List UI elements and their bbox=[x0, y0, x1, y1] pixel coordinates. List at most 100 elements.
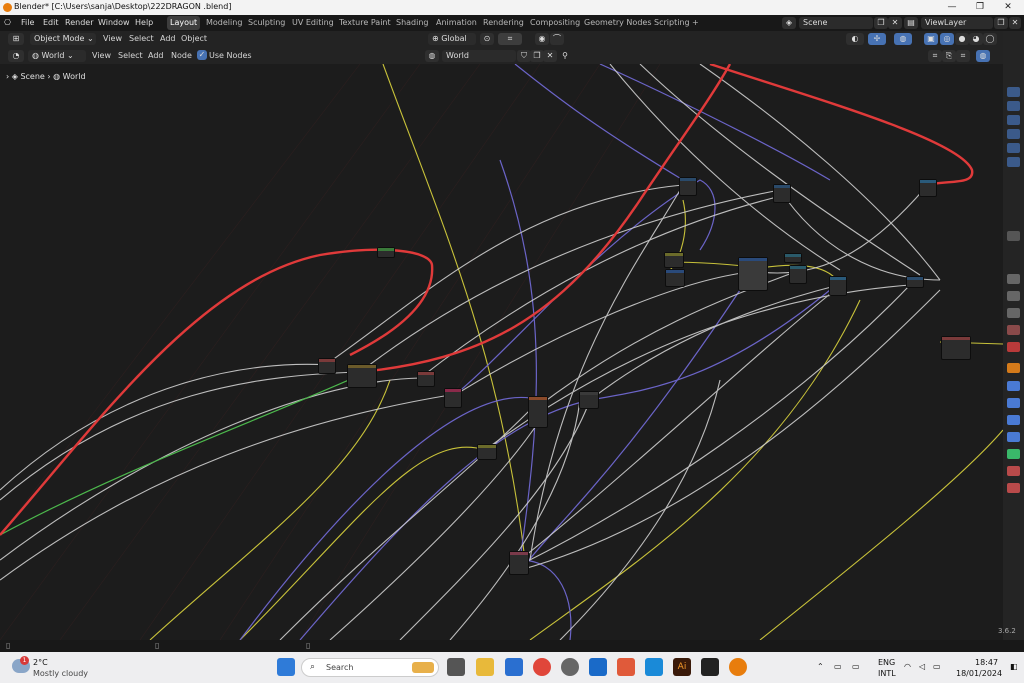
rendered-shading-icon[interactable]: ◯ bbox=[983, 33, 997, 45]
world-datablock-field[interactable]: World bbox=[442, 50, 516, 62]
battery-icon[interactable]: ▭ bbox=[933, 662, 941, 671]
material-shading-icon[interactable]: ◕ bbox=[969, 33, 983, 45]
tab-sculpting[interactable]: Sculpting bbox=[245, 16, 288, 30]
tab-rendering[interactable]: Rendering bbox=[480, 16, 527, 30]
store-icon[interactable] bbox=[505, 658, 523, 676]
search-box[interactable]: ⌕ Search bbox=[301, 658, 439, 677]
camera-icon[interactable] bbox=[1007, 143, 1020, 153]
duplicate-world-icon[interactable]: ❐ bbox=[530, 50, 544, 62]
delete-view-layer-icon[interactable]: ✕ bbox=[1009, 17, 1021, 29]
use-nodes-checkbox[interactable]: ✓ bbox=[197, 50, 207, 60]
object-mode-dropdown[interactable]: Object Mode ⌄ bbox=[30, 33, 96, 45]
app-icon[interactable] bbox=[617, 658, 635, 676]
view-layer-prop-icon[interactable] bbox=[1007, 308, 1020, 318]
tray-app-icon[interactable]: ▭ bbox=[834, 662, 842, 671]
breadcrumb-expand-icon[interactable]: › bbox=[6, 72, 9, 81]
outlook-icon[interactable] bbox=[589, 658, 607, 676]
parent-node-icon[interactable]: ⎘ bbox=[942, 50, 956, 62]
camera-icon[interactable] bbox=[1007, 101, 1020, 111]
wireframe-shading-icon[interactable]: ◎ bbox=[940, 33, 954, 45]
constraints-icon[interactable] bbox=[1007, 432, 1020, 442]
world-prop-icon[interactable] bbox=[1007, 342, 1020, 352]
solid-shading-icon[interactable]: ● bbox=[955, 33, 969, 45]
node-snap-mode-icon[interactable]: ⌗ bbox=[956, 50, 970, 62]
menu-help[interactable]: Help bbox=[135, 18, 153, 27]
transform-orientation-dropdown[interactable]: ⊕ Global bbox=[428, 33, 476, 45]
node[interactable] bbox=[477, 444, 497, 460]
menu-window[interactable]: Window bbox=[98, 18, 130, 27]
pivot-icon[interactable]: ⊙ bbox=[480, 33, 494, 45]
node-overlay-icon[interactable]: ◍ bbox=[976, 50, 990, 62]
node[interactable] bbox=[664, 252, 684, 268]
menu-file[interactable]: File bbox=[21, 18, 34, 27]
camera-icon[interactable] bbox=[1007, 129, 1020, 139]
shader-type-dropdown[interactable]: ◍ World ⌄ bbox=[28, 50, 86, 62]
texture-icon[interactable] bbox=[1007, 483, 1020, 493]
tray-chevron-icon[interactable]: ⌃ bbox=[817, 662, 824, 671]
node[interactable] bbox=[789, 265, 807, 284]
language-top[interactable]: ENG bbox=[878, 658, 895, 667]
node[interactable] bbox=[679, 177, 697, 196]
tab-scripting[interactable]: Scripting bbox=[651, 16, 693, 30]
data-icon[interactable] bbox=[1007, 449, 1020, 459]
node[interactable] bbox=[829, 276, 847, 296]
snap-icon[interactable]: ⌗ bbox=[498, 33, 522, 45]
task-view-icon[interactable] bbox=[447, 658, 465, 676]
proportional-edit-icon[interactable]: ◉ bbox=[535, 33, 549, 45]
menu-select[interactable]: Select bbox=[129, 34, 154, 43]
fake-user-icon[interactable]: ⛉ bbox=[517, 50, 531, 62]
minimize-button[interactable]: — bbox=[938, 0, 966, 15]
object-prop-icon[interactable] bbox=[1007, 363, 1020, 373]
menu-object[interactable]: Object bbox=[181, 34, 207, 43]
tab-layout[interactable]: Layout bbox=[167, 16, 201, 30]
modifier-icon[interactable] bbox=[1007, 381, 1020, 391]
maximize-button[interactable]: ❐ bbox=[966, 0, 994, 15]
node[interactable] bbox=[347, 364, 377, 388]
node[interactable] bbox=[528, 396, 548, 428]
tray-app-icon[interactable]: ▭ bbox=[852, 662, 860, 671]
clock-time[interactable]: 18:47 bbox=[975, 658, 998, 667]
node[interactable] bbox=[579, 391, 599, 409]
menu-view[interactable]: View bbox=[103, 34, 122, 43]
mail-icon[interactable] bbox=[645, 658, 663, 676]
camera-icon[interactable] bbox=[1007, 115, 1020, 125]
camera-icon[interactable] bbox=[1007, 157, 1020, 167]
camera-icon[interactable] bbox=[1007, 87, 1020, 97]
scene-field[interactable]: Scene bbox=[799, 17, 873, 29]
add-workspace-button[interactable]: + bbox=[689, 16, 702, 30]
node[interactable] bbox=[906, 276, 924, 288]
node[interactable] bbox=[377, 247, 395, 258]
tab-modeling[interactable]: Modeling bbox=[203, 16, 245, 30]
clock-date[interactable]: 18/01/2024 bbox=[956, 669, 1002, 678]
unlink-world-icon[interactable]: ✕ bbox=[543, 50, 557, 62]
material-icon[interactable] bbox=[1007, 466, 1020, 476]
node-menu-select[interactable]: Select bbox=[118, 51, 143, 60]
output-icon[interactable] bbox=[1007, 291, 1020, 301]
notifications-icon[interactable]: ◧ bbox=[1010, 662, 1018, 671]
tab-uv-editing[interactable]: UV Editing bbox=[289, 16, 337, 30]
settings-icon[interactable] bbox=[561, 658, 579, 676]
visibility-icon[interactable]: ◐ bbox=[846, 33, 864, 45]
chrome-icon[interactable] bbox=[533, 658, 551, 676]
tab-shading[interactable]: Shading bbox=[393, 16, 432, 30]
world-icon[interactable]: ◍ bbox=[425, 50, 439, 62]
node-menu-view[interactable]: View bbox=[92, 51, 111, 60]
node[interactable] bbox=[417, 371, 435, 387]
blender-menu-icon[interactable]: ⎔ bbox=[4, 18, 11, 27]
scene-icon[interactable]: ◈ bbox=[782, 17, 796, 29]
view-layer-icon[interactable]: ▤ bbox=[904, 17, 918, 29]
gizmo-icon[interactable]: ✢ bbox=[868, 33, 886, 45]
node[interactable] bbox=[509, 551, 529, 575]
tab-texture-paint[interactable]: Texture Paint bbox=[336, 16, 394, 30]
pin-icon[interactable]: ⚲ bbox=[558, 50, 572, 62]
world-output-node[interactable] bbox=[941, 336, 971, 360]
illustrator-icon[interactable]: Ai bbox=[673, 658, 691, 676]
node-editor-type-icon[interactable]: ◔ bbox=[8, 50, 24, 62]
volume-icon[interactable]: ◁ bbox=[919, 662, 925, 671]
view-layer-field[interactable]: ViewLayer bbox=[921, 17, 993, 29]
tab-compositing[interactable]: Compositing bbox=[527, 16, 583, 30]
language-bottom[interactable]: INTL bbox=[878, 669, 896, 678]
wifi-icon[interactable]: ◠ bbox=[904, 662, 911, 671]
overlay-icon[interactable]: ◍ bbox=[894, 33, 912, 45]
scene-prop-icon[interactable] bbox=[1007, 325, 1020, 335]
